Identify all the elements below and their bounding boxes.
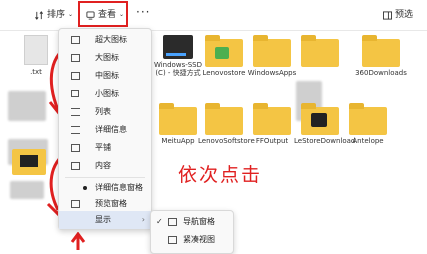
folder-icon <box>301 35 339 67</box>
menu-item-content[interactable]: 内容 <box>59 157 151 175</box>
submenu-item-compact-view[interactable]: 紧凑视图 <box>151 231 233 249</box>
menu-item-label: 中图标 <box>95 71 119 80</box>
more-icon: ··· <box>136 5 151 19</box>
preview-pane-icon <box>71 200 80 208</box>
menu-item-small-icons[interactable]: 小图标 <box>59 85 151 103</box>
menu-item-extra-large-icons[interactable]: 超大图标 <box>59 31 151 49</box>
menu-item-label: 显示 <box>95 215 111 224</box>
menu-item-label: 列表 <box>95 107 111 116</box>
folder-item[interactable]: LeStoreDownload <box>294 103 355 145</box>
folder-item[interactable]: Lenovostore <box>198 35 250 77</box>
annotation-arrow <box>70 232 86 250</box>
large-icons-icon <box>71 54 80 62</box>
menu-item-label: 内容 <box>95 161 111 170</box>
small-icons-icon <box>71 90 79 97</box>
submenu-item-navigation-pane[interactable]: ✓ 导航窗格 <box>151 213 233 231</box>
menu-item-label: 小图标 <box>95 89 119 98</box>
preview-button[interactable]: 预选 <box>383 8 413 22</box>
file-label: Windows-SSD (C) - 快捷方式 <box>153 61 203 77</box>
submenu-item-label: 紧凑视图 <box>183 235 215 244</box>
drive-shortcut-icon <box>163 35 193 59</box>
sort-button[interactable]: 排序 ⌄ <box>35 8 73 22</box>
file-item[interactable]: Windows-SSD (C) - 快捷方式 <box>152 35 204 77</box>
checkmark-icon: ✓ <box>156 217 163 226</box>
folder-item[interactable]: Antelope <box>342 103 394 145</box>
menu-item-tiles[interactable]: 平铺 <box>59 139 151 157</box>
compact-view-icon <box>168 236 177 244</box>
folder-icon <box>159 103 197 135</box>
list-icon <box>71 108 80 116</box>
menu-item-label: 超大图标 <box>95 35 127 44</box>
file-label: Antelope <box>352 137 384 145</box>
extra-large-icons-icon <box>71 36 80 44</box>
submenu-item-label: 导航窗格 <box>183 217 215 226</box>
preview-pane-icon <box>383 10 392 20</box>
menu-item-label: 大图标 <box>95 53 119 62</box>
annotation-text: 依次点击 <box>178 164 263 186</box>
folder-icon <box>362 35 400 67</box>
menu-item-large-icons[interactable]: 大图标 <box>59 49 151 67</box>
file-label: Lenovostore <box>202 69 246 77</box>
folder-icon <box>253 35 291 67</box>
menu-item-medium-icons[interactable]: 中图标 <box>59 67 151 85</box>
command-bar: 排序 ⌄ 查看 ⌄ ··· 预选 <box>0 0 427 31</box>
menu-item-details[interactable]: 详细信息 <box>59 121 151 139</box>
folder-icon <box>301 103 339 135</box>
folder-item[interactable]: WindowsApps <box>246 35 298 77</box>
file-label: MeituApp <box>161 137 195 145</box>
folder-icon <box>205 103 243 135</box>
content-icon <box>71 162 80 170</box>
sort-label: 排序 <box>47 10 66 20</box>
folder-item[interactable] <box>294 35 346 69</box>
navigation-pane-icon <box>168 218 177 226</box>
preview-label: 预选 <box>395 10 414 20</box>
folder-icon <box>253 103 291 135</box>
folder-icon <box>205 35 243 67</box>
menu-item-show[interactable]: 显示 › <box>59 211 151 229</box>
sort-icon <box>35 10 44 20</box>
menu-divider <box>65 177 145 178</box>
menu-item-list[interactable]: 列表 <box>59 103 151 121</box>
folder-item[interactable]: MeituApp <box>152 103 204 145</box>
details-icon <box>71 126 80 134</box>
menu-item-label: 平铺 <box>95 143 111 152</box>
blurred-thumbnail <box>10 181 44 199</box>
folder-icon <box>349 103 387 135</box>
chevron-down-icon: ⌄ <box>68 11 74 18</box>
tiles-icon <box>71 144 80 152</box>
medium-icons-icon <box>71 72 80 80</box>
highlight-box <box>78 1 128 27</box>
folder-item[interactable]: 360Downloads <box>355 35 407 77</box>
more-options-button[interactable]: ··· <box>136 5 150 19</box>
chevron-right-icon: › <box>141 215 145 224</box>
folder-item[interactable]: LenovoSoftstore <box>198 103 255 145</box>
show-submenu: ✓ 导航窗格 紧凑视图 <box>150 210 234 254</box>
selected-dot-icon <box>83 186 87 190</box>
file-label: FFOutput <box>255 137 289 145</box>
folder-item[interactable]: FFOutput <box>246 103 298 145</box>
file-label: 360Downloads <box>355 69 407 77</box>
view-menu: 超大图标 大图标 中图标 小图标 列表 详细信息 平铺 内容 详细信息窗格 预览… <box>58 28 152 230</box>
menu-item-label: 详细信息 <box>95 125 127 134</box>
file-label: WindowsApps <box>247 69 297 77</box>
